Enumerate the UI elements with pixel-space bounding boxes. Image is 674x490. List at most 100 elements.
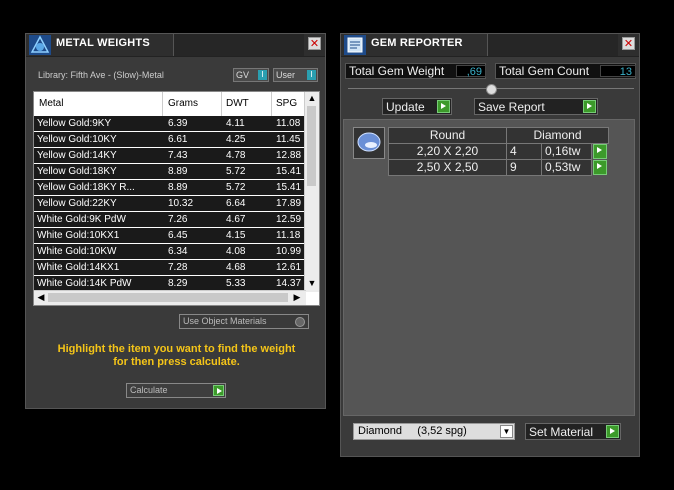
cell-grams: 6.34 <box>168 246 188 257</box>
vertical-scroll-thumb[interactable] <box>307 106 316 186</box>
gv-toggle-label: GV <box>236 70 250 80</box>
table-row[interactable]: Yellow Gold:10KY 6.61 4.25 11.45 <box>34 132 306 148</box>
gem-reporter-panel: GEM REPORTER ✕ Total Gem Weight ,69 Tota… <box>340 33 640 457</box>
play-arrow-icon <box>583 100 596 113</box>
update-button[interactable]: Update <box>382 98 452 115</box>
gem-weight-cell: 0,16tw <box>541 143 592 160</box>
table-row[interactable]: White Gold:9K PdW 7.26 4.67 12.59 <box>34 212 306 228</box>
update-label: Update <box>386 100 425 114</box>
cell-spg: 11.45 <box>276 134 301 145</box>
cell-grams: 8.89 <box>168 182 188 193</box>
cell-dwt: 4.25 <box>226 134 246 145</box>
total-gem-weight-value: ,69 <box>456 65 486 78</box>
save-report-label: Save Report <box>478 100 545 114</box>
use-object-materials-toggle[interactable]: Use Object Materials <box>179 314 309 329</box>
diamond-icon <box>353 127 385 159</box>
user-toggle-indicator-icon: I <box>307 70 316 80</box>
gv-toggle[interactable]: GV I <box>233 68 269 82</box>
scroll-left-icon[interactable]: ◀ <box>34 292 48 303</box>
hint-line-1: Highlight the item you want to find the … <box>57 343 296 355</box>
cell-metal: White Gold:10KX1 <box>37 230 120 241</box>
column-header-metal[interactable]: Metal <box>39 98 63 109</box>
cell-spg: 12.88 <box>276 150 302 161</box>
metal-weights-titlebar: METAL WEIGHTS ✕ <box>26 34 325 57</box>
play-arrow-icon <box>213 385 224 396</box>
use-object-materials-label: Use Object Materials <box>183 316 267 326</box>
column-divider <box>221 92 222 116</box>
cell-spg: 12.61 <box>276 262 302 273</box>
cell-metal: Yellow Gold:9KY <box>37 118 112 129</box>
cell-spg: 15.41 <box>276 182 302 193</box>
gem-size-cell: 2,20 X 2,20 <box>388 143 507 160</box>
cell-dwt: 5.33 <box>226 278 246 289</box>
cell-spg: 10.99 <box>276 246 302 257</box>
collapse-knob-icon[interactable] <box>486 84 497 95</box>
chevron-down-icon: ▼ <box>500 425 513 438</box>
column-divider <box>162 92 163 116</box>
table-row[interactable]: Yellow Gold:18KY 8.89 5.72 15.41 <box>34 164 306 180</box>
cell-metal: White Gold:9K PdW <box>37 214 126 225</box>
titlebar-tab-area <box>173 34 304 56</box>
set-material-button[interactable]: Set Material <box>525 423 621 440</box>
table-row[interactable]: White Gold:14KX1 7.28 4.68 12.61 <box>34 260 306 276</box>
cell-dwt: 4.78 <box>226 150 246 161</box>
titlebar-tab-area <box>487 34 618 56</box>
metal-weights-panel: METAL WEIGHTS ✕ Library: Fifth Ave - (Sl… <box>25 33 326 409</box>
scroll-up-icon[interactable]: ▲ <box>305 93 319 103</box>
cell-metal: White Gold:14K PdW <box>37 278 132 289</box>
scroll-down-icon[interactable]: ▼ <box>305 278 319 288</box>
scroll-right-icon[interactable]: ▶ <box>290 292 304 303</box>
table-row[interactable]: Yellow Gold:14KY 7.43 4.78 12.88 <box>34 148 306 164</box>
select-row-arrow-icon[interactable] <box>593 160 607 175</box>
cell-metal: White Gold:14KX1 <box>37 262 120 273</box>
cell-grams: 7.26 <box>168 214 188 225</box>
column-header-grams[interactable]: Grams <box>168 98 198 109</box>
user-toggle-label: User <box>276 70 296 80</box>
cell-metal: White Gold:10KW <box>37 246 117 257</box>
total-gem-count-value: 13 <box>600 65 636 78</box>
gv-toggle-indicator-icon: I <box>258 70 267 80</box>
cell-metal: Yellow Gold:10KY <box>37 134 117 145</box>
cell-grams: 10.32 <box>168 198 194 209</box>
gem-reporter-close-icon[interactable]: ✕ <box>622 37 635 50</box>
table-row[interactable]: White Gold:10KW 6.34 4.08 10.99 <box>34 244 306 260</box>
gem-count-cell: 4 <box>506 143 542 160</box>
gem-material-header: Diamond <box>506 127 609 144</box>
column-header-spg[interactable]: SPG <box>276 98 297 109</box>
table-row[interactable]: Yellow Gold:9KY 6.39 4.11 11.08 <box>34 116 306 132</box>
metal-table-vertical-scrollbar[interactable]: ▲ ▼ <box>304 92 319 292</box>
cell-dwt: 5.72 <box>226 182 246 193</box>
cell-metal: Yellow Gold:22KY <box>37 198 117 209</box>
metal-table: Metal Grams DWT SPG Yellow Gold:9KY 6.39 4… <box>33 91 320 306</box>
metal-table-rows: Yellow Gold:9KY 6.39 4.11 11.08 Yellow Gold:… <box>34 116 306 292</box>
table-row[interactable]: Yellow Gold:18KY R... 8.89 5.72 15.41 <box>34 180 306 196</box>
cell-grams: 6.39 <box>168 118 188 129</box>
cell-metal: Yellow Gold:18KY <box>37 166 117 177</box>
play-arrow-icon <box>606 425 619 438</box>
column-divider <box>271 92 272 116</box>
table-row[interactable]: White Gold:10KX1 6.45 4.15 11.18 <box>34 228 306 244</box>
metal-table-horizontal-scrollbar[interactable]: ◀ ▶ <box>34 290 306 305</box>
cell-spg: 11.08 <box>276 118 301 129</box>
table-row[interactable]: Yellow Gold:22KY 10.32 6.64 17.89 <box>34 196 306 212</box>
metal-weights-title: METAL WEIGHTS <box>56 37 150 49</box>
horizontal-scroll-thumb[interactable] <box>48 293 288 302</box>
cell-grams: 6.61 <box>168 134 188 145</box>
select-row-arrow-icon[interactable] <box>593 144 607 159</box>
save-report-button[interactable]: Save Report <box>474 98 598 115</box>
total-gem-count-label: Total Gem Count <box>499 64 590 78</box>
metal-weights-app-icon <box>29 35 51 55</box>
set-material-label: Set Material <box>529 425 594 439</box>
gem-count-cell: 9 <box>506 159 542 176</box>
gem-reporter-titlebar: GEM REPORTER ✕ <box>341 34 639 57</box>
gem-size-cell: 2,50 X 2,50 <box>388 159 507 176</box>
user-toggle[interactable]: User I <box>273 68 318 82</box>
material-select-value: Diamond (3,52 spg) <box>358 425 467 437</box>
column-header-dwt[interactable]: DWT <box>226 98 249 109</box>
play-arrow-icon <box>437 100 450 113</box>
calculate-label: Calculate <box>130 385 168 395</box>
metal-weights-close-icon[interactable]: ✕ <box>308 37 321 50</box>
calculate-button[interactable]: Calculate <box>126 383 226 398</box>
material-select[interactable]: Diamond (3,52 spg) ▼ <box>353 423 515 440</box>
gem-shape-header: Round <box>388 127 507 144</box>
